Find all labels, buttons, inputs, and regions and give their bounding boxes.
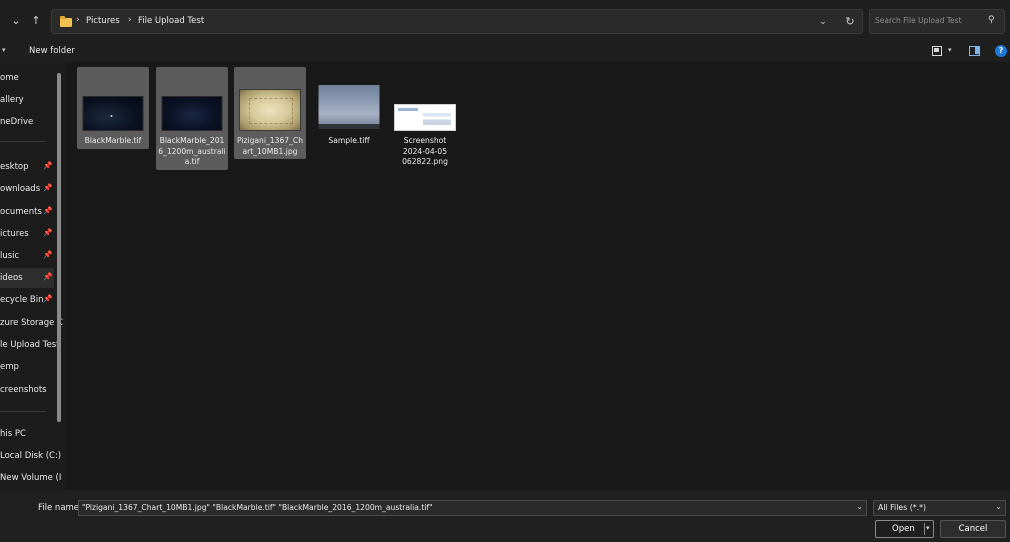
button-divider	[924, 523, 925, 535]
sidebar-item-documents[interactable]: ocuments 📌	[0, 202, 54, 222]
sidebar-item-label: emp	[0, 362, 19, 372]
dialog-footer: File name: "Pizigani_1367_Chart_10MB1.jp…	[0, 490, 1010, 542]
pin-icon[interactable]: 📌	[43, 294, 52, 303]
sidebar-item-gallery[interactable]: allery	[0, 90, 54, 110]
pin-icon[interactable]: 📌	[43, 250, 52, 259]
sidebar-divider	[0, 411, 46, 412]
pin-icon[interactable]: 📌	[43, 272, 52, 281]
file-name-value[interactable]: "Pizigani_1367_Chart_10MB1.jpg" "BlackMa…	[82, 503, 433, 512]
sidebar-item-screenshots[interactable]: creenshots	[0, 380, 54, 400]
sidebar-item-label: creenshots	[0, 385, 47, 395]
view-dropdown-icon[interactable]: ▾	[948, 46, 952, 54]
sidebar-item-label: his PC	[0, 429, 26, 439]
sidebar-item-label: Local Disk (C:)	[0, 451, 62, 461]
arrow-up-icon[interactable]: ↑	[28, 13, 44, 29]
chevron-right-icon: ›	[76, 15, 80, 25]
help-icon[interactable]: ?	[995, 45, 1007, 57]
sidebar-item-downloads[interactable]: ownloads 📌	[0, 179, 54, 199]
search-input[interactable]: Search File Upload Test	[875, 16, 962, 25]
file-name-label: File name:	[38, 503, 82, 513]
sidebar-item-pictures[interactable]: ictures 📌	[0, 224, 54, 244]
sidebar-item-label: ictures	[0, 229, 29, 239]
image-thumbnail	[394, 104, 456, 131]
file-name-label: Pizigani_1367_Chart_10MB1.jpg	[236, 136, 304, 156]
address-bar[interactable]: › Pictures › File Upload Test ⌄ ↻	[51, 9, 863, 34]
sidebar-item-desktop[interactable]: esktop 📌	[0, 157, 54, 177]
file-name-input[interactable]: "Pizigani_1367_Chart_10MB1.jpg" "BlackMa…	[78, 500, 867, 516]
sidebar-item-label: zure Storage C	[0, 318, 63, 328]
breadcrumb-file-upload-test[interactable]: File Upload Test	[138, 16, 204, 26]
navigation-pane: ome allery neDrive esktop 📌 ownloads 📌 o…	[0, 62, 66, 490]
organize-dropdown-icon[interactable]: ▾	[2, 46, 6, 54]
pin-icon[interactable]: 📌	[43, 183, 52, 192]
refresh-icon[interactable]: ↻	[842, 14, 858, 30]
sidebar-item-label: ideos	[0, 273, 23, 283]
open-button[interactable]: Open ▾	[875, 520, 934, 538]
sidebar-scrollbar[interactable]	[57, 73, 61, 422]
pin-icon[interactable]: 📌	[43, 228, 52, 237]
image-thumbnail	[318, 85, 380, 129]
file-name-label: Sample.tiff	[328, 136, 370, 145]
search-icon[interactable]: ⚲	[988, 15, 995, 25]
sidebar-divider	[0, 141, 46, 142]
sidebar-item-videos[interactable]: ideos 📌	[0, 268, 54, 288]
command-bar: ▾ New folder ▾ ?	[0, 42, 1010, 62]
sidebar-item-this-pc[interactable]: his PC	[0, 424, 54, 444]
open-dropdown-icon[interactable]: ▾	[926, 524, 930, 532]
cancel-button[interactable]: Cancel	[940, 520, 1006, 538]
sidebar-item-temp[interactable]: emp	[0, 357, 54, 377]
file-item-blackmarble[interactable]: BlackMarble.tif	[77, 67, 149, 149]
new-folder-button[interactable]: New folder	[29, 46, 75, 56]
open-button-label: Open	[892, 524, 915, 534]
sidebar-item-recycle-bin[interactable]: ecycle Bin 📌	[0, 290, 54, 310]
sidebar-item-azure-storage[interactable]: zure Storage C	[0, 313, 63, 333]
image-thumbnail	[161, 96, 223, 131]
file-name-label: Screenshot 2024-04-05 062822.png	[402, 136, 448, 166]
cancel-button-label: Cancel	[958, 524, 988, 534]
preview-pane-icon[interactable]	[969, 46, 980, 56]
sidebar-item-label: ome	[0, 73, 19, 83]
file-item-pizigani-chart[interactable]: Pizigani_1367_Chart_10MB1.jpg	[234, 67, 306, 159]
file-item-blackmarble-australia[interactable]: BlackMarble_2016_1200m_australia.tif	[156, 67, 228, 170]
sidebar-item-music[interactable]: lusic 📌	[0, 246, 54, 266]
file-type-select[interactable]: All Files (*.*) ⌄	[873, 500, 1006, 516]
address-history-dropdown-icon[interactable]: ⌄	[816, 15, 830, 29]
sidebar-item-label: ecycle Bin	[0, 295, 44, 305]
sidebar-item-label: esktop	[0, 162, 29, 172]
chevron-right-icon: ›	[128, 15, 132, 25]
folder-icon	[60, 16, 72, 27]
pin-icon[interactable]: 📌	[43, 206, 52, 215]
image-thumbnail	[239, 89, 301, 131]
file-item-screenshot[interactable]: Screenshot 2024-04-05 062822.png	[389, 67, 461, 170]
file-item-sample[interactable]: Sample.tiff	[313, 67, 385, 149]
sidebar-item-label: neDrive	[0, 117, 34, 127]
sidebar-item-onedrive[interactable]: neDrive	[0, 112, 54, 132]
chevron-down-icon[interactable]: ⌄	[8, 13, 24, 29]
sidebar-item-file-upload-test[interactable]: le Upload Test	[0, 335, 60, 355]
chevron-down-icon[interactable]: ⌄	[856, 502, 863, 511]
sidebar-item-label: ocuments	[0, 207, 42, 217]
sidebar-item-label: le Upload Test	[0, 340, 60, 350]
sidebar-item-new-volume[interactable]: New Volume (I	[0, 468, 61, 488]
image-thumbnail	[82, 96, 144, 131]
file-name-label: BlackMarble.tif	[84, 136, 142, 145]
sidebar-item-label: allery	[0, 95, 24, 105]
chevron-down-icon[interactable]: ⌄	[995, 502, 1002, 511]
file-name-label: BlackMarble_2016_1200m_australia.tif	[158, 136, 226, 166]
file-type-value: All Files (*.*)	[878, 503, 927, 512]
breadcrumb-pictures[interactable]: Pictures	[86, 16, 120, 26]
view-icon[interactable]	[932, 46, 942, 56]
sidebar-item-label: New Volume (I	[0, 473, 62, 483]
sidebar-item-home[interactable]: ome	[0, 68, 54, 88]
search-box[interactable]: Search File Upload Test ⚲	[869, 9, 1005, 34]
sidebar-item-label: lusic	[0, 251, 20, 261]
pin-icon[interactable]: 📌	[43, 161, 52, 170]
sidebar-item-label: ownloads	[0, 184, 41, 194]
sidebar-item-local-disk[interactable]: Local Disk (C:)	[0, 446, 61, 466]
address-toolbar: ⌄ ↑ › Pictures › File Upload Test ⌄ ↻ Se…	[0, 0, 1010, 42]
